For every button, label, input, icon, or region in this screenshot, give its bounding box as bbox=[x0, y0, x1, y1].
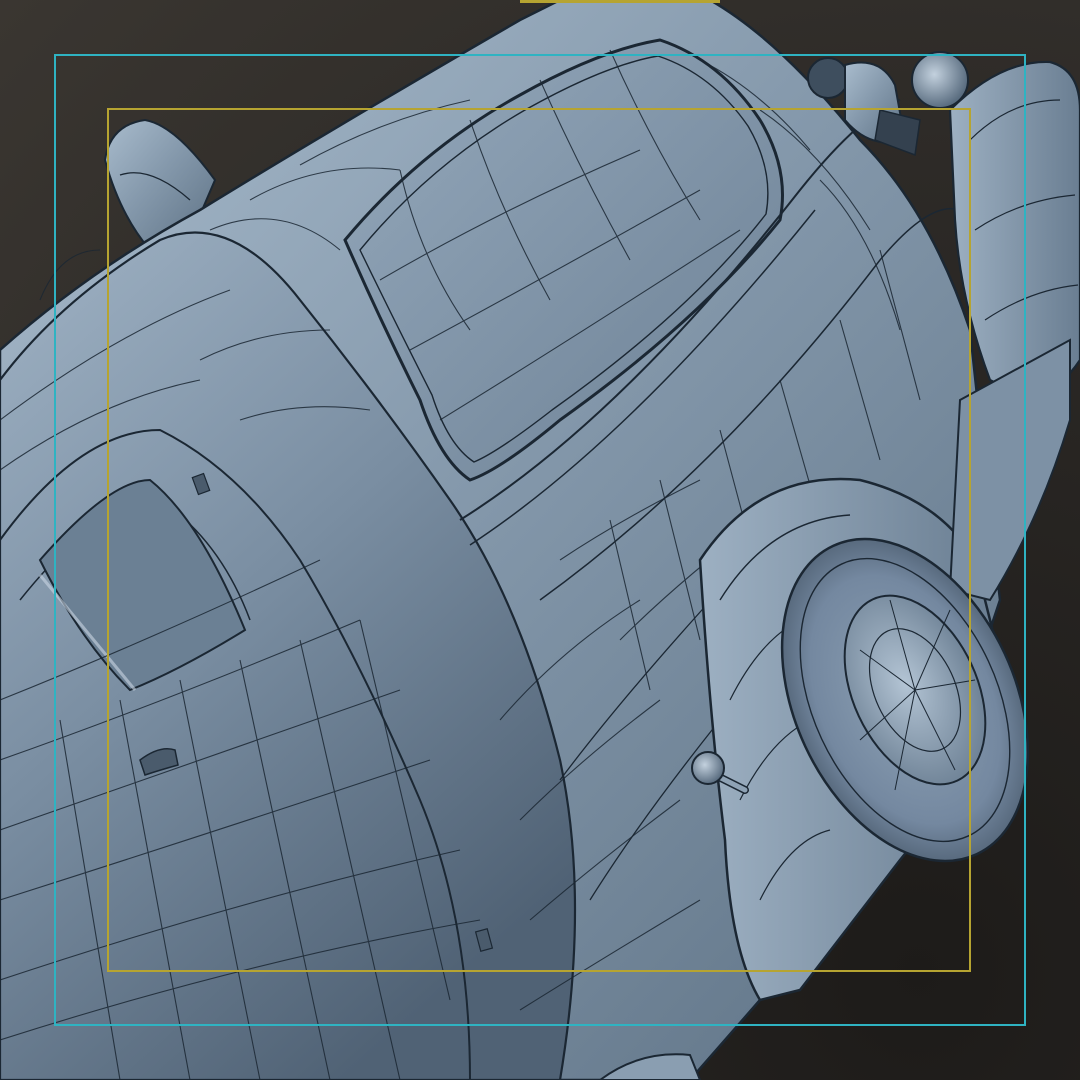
car-model-render[interactable] bbox=[0, 0, 1080, 1080]
3d-viewport[interactable] bbox=[0, 0, 1080, 1080]
